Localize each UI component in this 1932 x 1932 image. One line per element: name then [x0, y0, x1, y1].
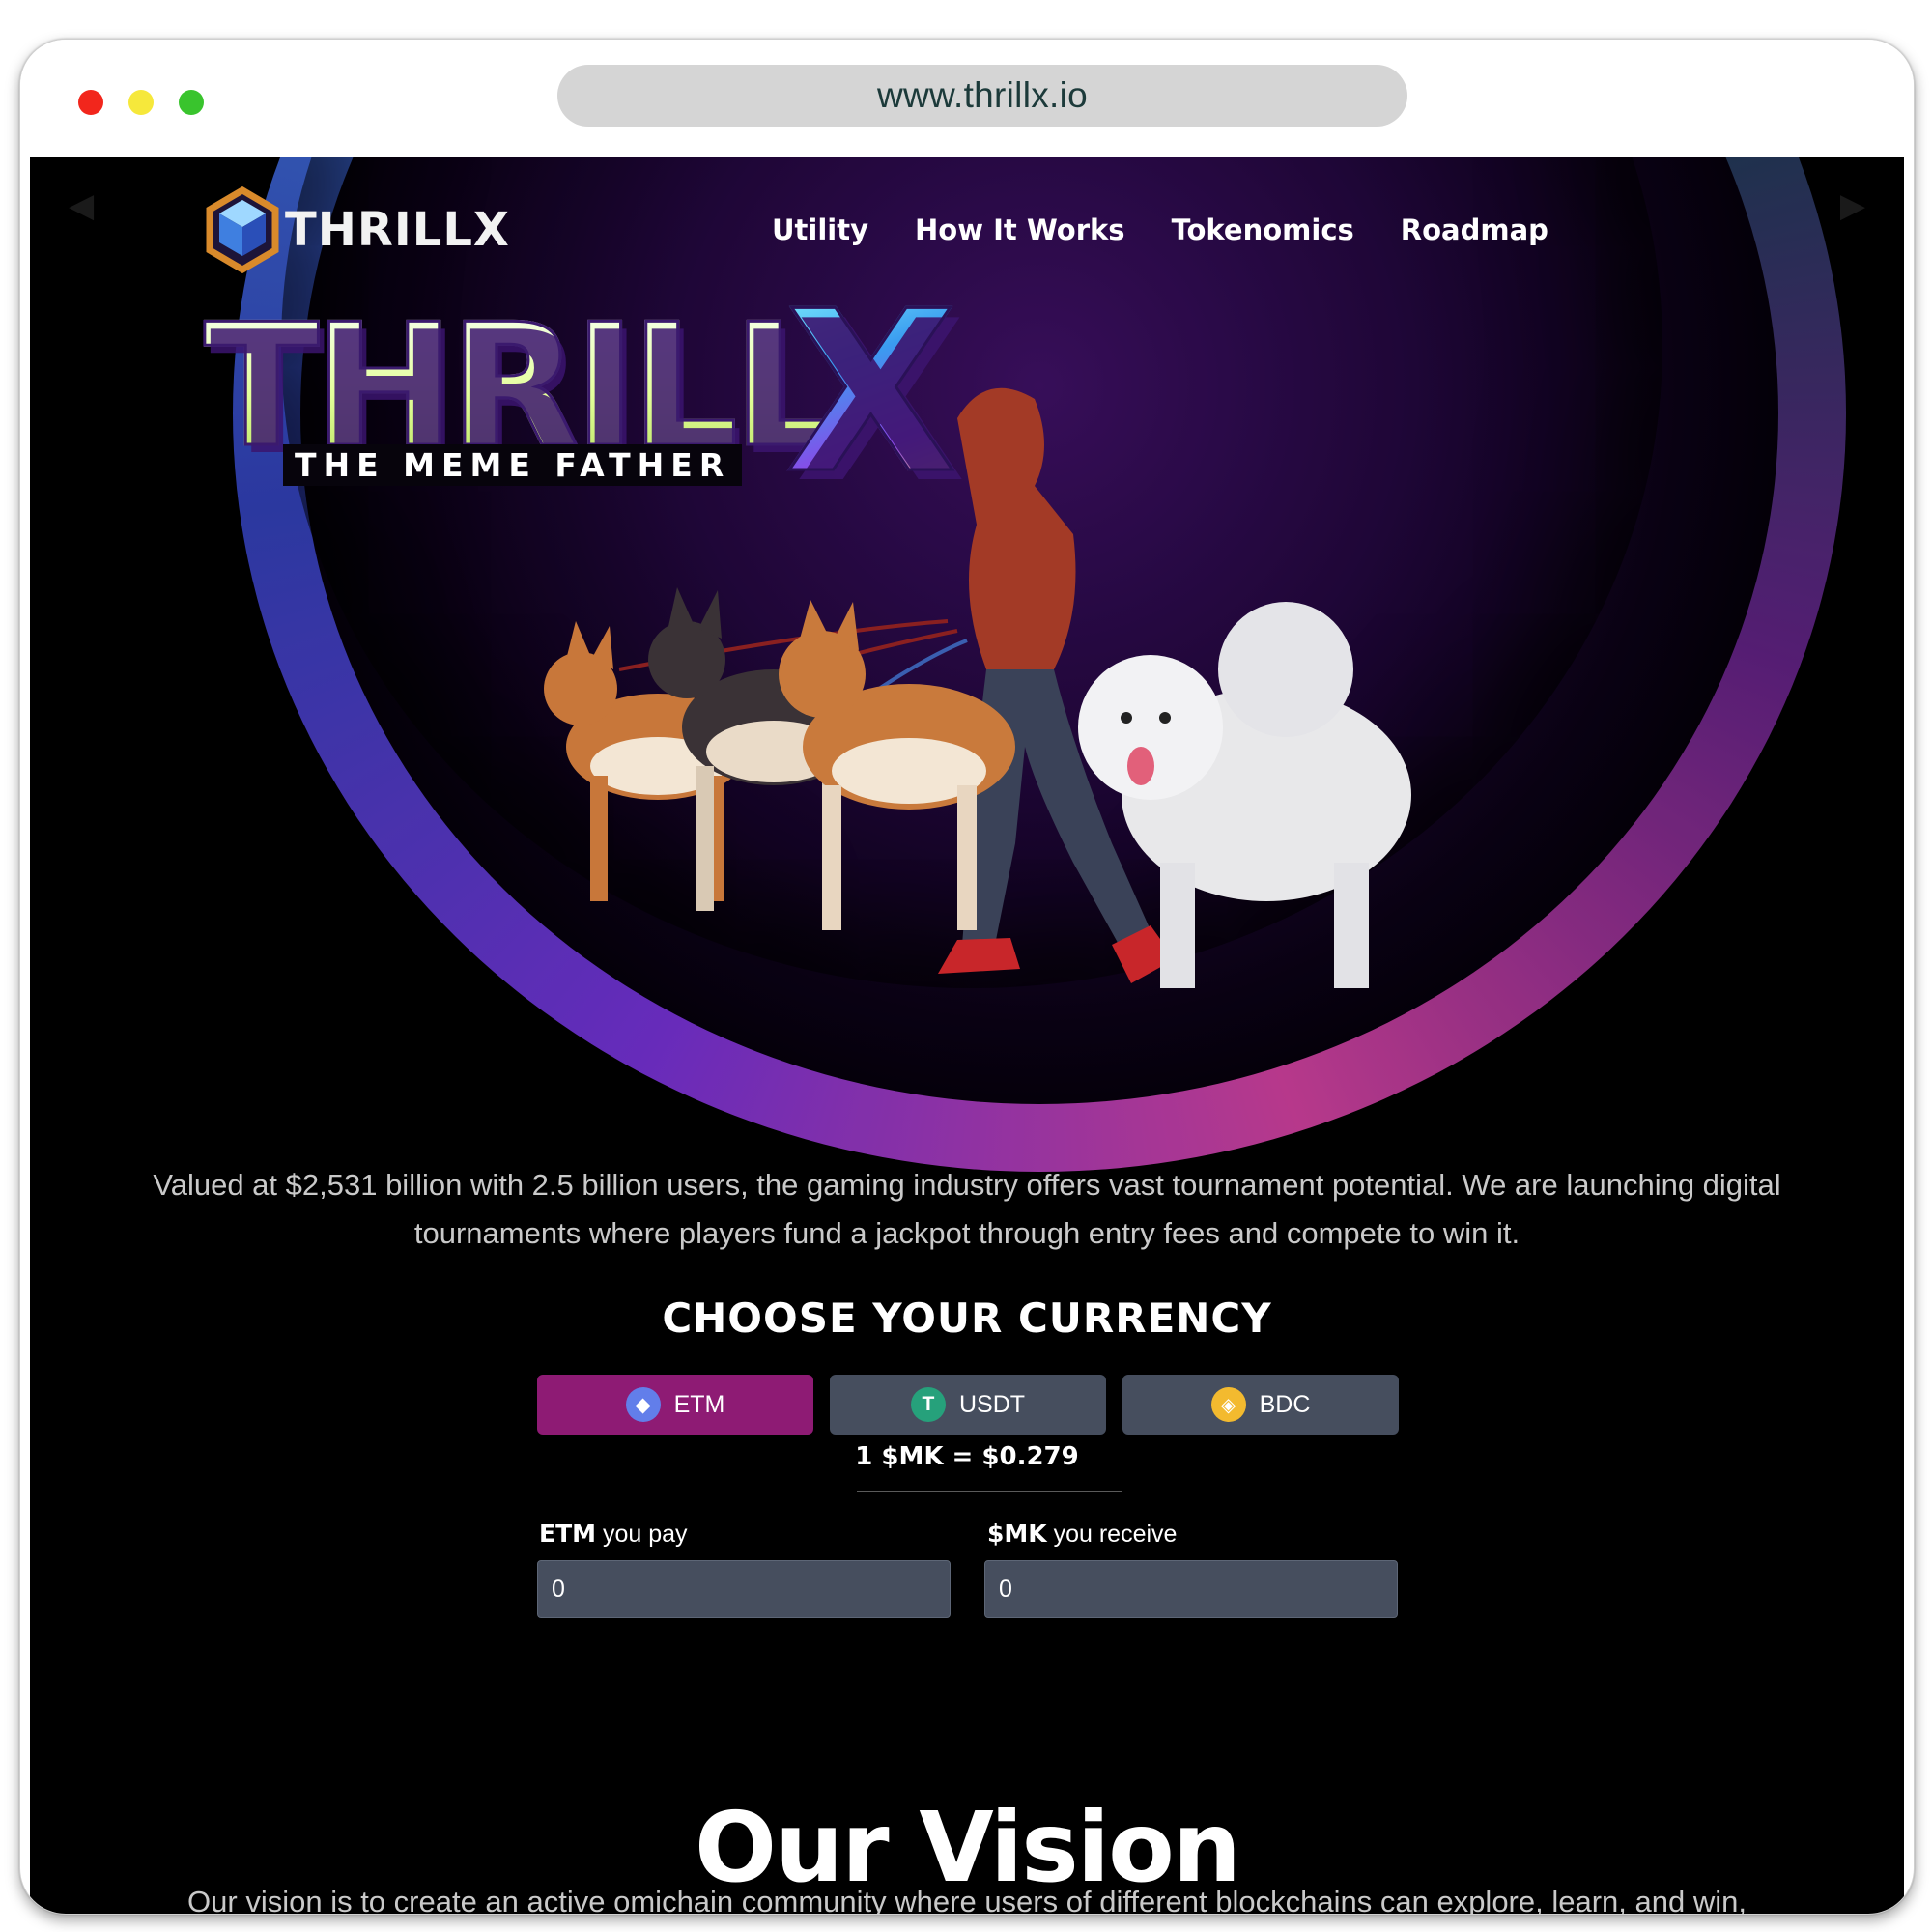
binance-icon: ◈ [1210, 1387, 1246, 1422]
vision-paragraph: Our vision is to create an active omicha… [187, 1885, 1747, 1915]
receive-amount-input[interactable] [984, 1560, 1398, 1618]
close-window-button[interactable] [78, 90, 103, 115]
nav-utility[interactable]: Utility [772, 213, 868, 246]
main-nav: Utility How It Works Tokenomics Roadmap [772, 213, 1548, 246]
maximize-window-button[interactable] [179, 90, 204, 115]
currency-label-bdc: BDC [1259, 1390, 1311, 1418]
crystal-logo-icon [206, 186, 279, 273]
currency-label-usdt: USDT [958, 1390, 1026, 1418]
hooded-figure-walking-dogs-illustration [544, 387, 1411, 988]
pay-field-label: ETM you pay [539, 1520, 688, 1548]
nav-how-it-works[interactable]: How It Works [915, 213, 1125, 246]
currency-button-bdc[interactable]: ◈ BDC [1122, 1375, 1399, 1435]
minimize-window-button[interactable] [128, 90, 154, 115]
ethereum-icon: ◆ [625, 1387, 661, 1422]
currency-heading: CHOOSE YOUR CURRENCY [662, 1293, 1272, 1342]
browser-toolbar: www.thrillx.io [20, 40, 1914, 157]
tether-icon: T [910, 1387, 946, 1422]
logo-text: THRILLX [285, 203, 510, 257]
address-bar[interactable]: www.thrillx.io [557, 65, 1407, 127]
rate-divider [857, 1491, 1122, 1492]
nav-roadmap[interactable]: Roadmap [1401, 213, 1548, 246]
carousel-prev-icon[interactable]: ◀ [69, 186, 94, 225]
site-logo[interactable]: THRILLX [204, 186, 510, 273]
browser-window: www.thrillx.io ◀ ▶ THRILLX Utility How I… [19, 39, 1915, 1915]
intro-paragraph: Valued at $2,531 billion with 2.5 billio… [153, 1168, 1781, 1250]
pay-amount-input[interactable] [537, 1560, 951, 1618]
currency-button-usdt[interactable]: T USDT [830, 1375, 1106, 1435]
receive-field-label: $MK you receive [987, 1520, 1177, 1548]
currency-button-etm[interactable]: ◆ ETM [537, 1375, 813, 1435]
page-viewport: ◀ ▶ THRILLX Utility How It Works Tokenom… [30, 157, 1904, 1915]
pay-label-text: you pay [596, 1520, 688, 1548]
nav-tokenomics[interactable]: Tokenomics [1172, 213, 1354, 246]
pay-currency-label: ETM [539, 1520, 597, 1548]
receive-label-text: you receive [1046, 1520, 1178, 1548]
receive-currency-label: $MK [987, 1520, 1047, 1548]
address-bar-url: www.thrillx.io [876, 75, 1089, 115]
currency-label-etm: ETM [673, 1390, 725, 1418]
token-rate: 1 $MK = $0.279 [855, 1442, 1079, 1471]
carousel-next-icon[interactable]: ▶ [1840, 186, 1865, 225]
